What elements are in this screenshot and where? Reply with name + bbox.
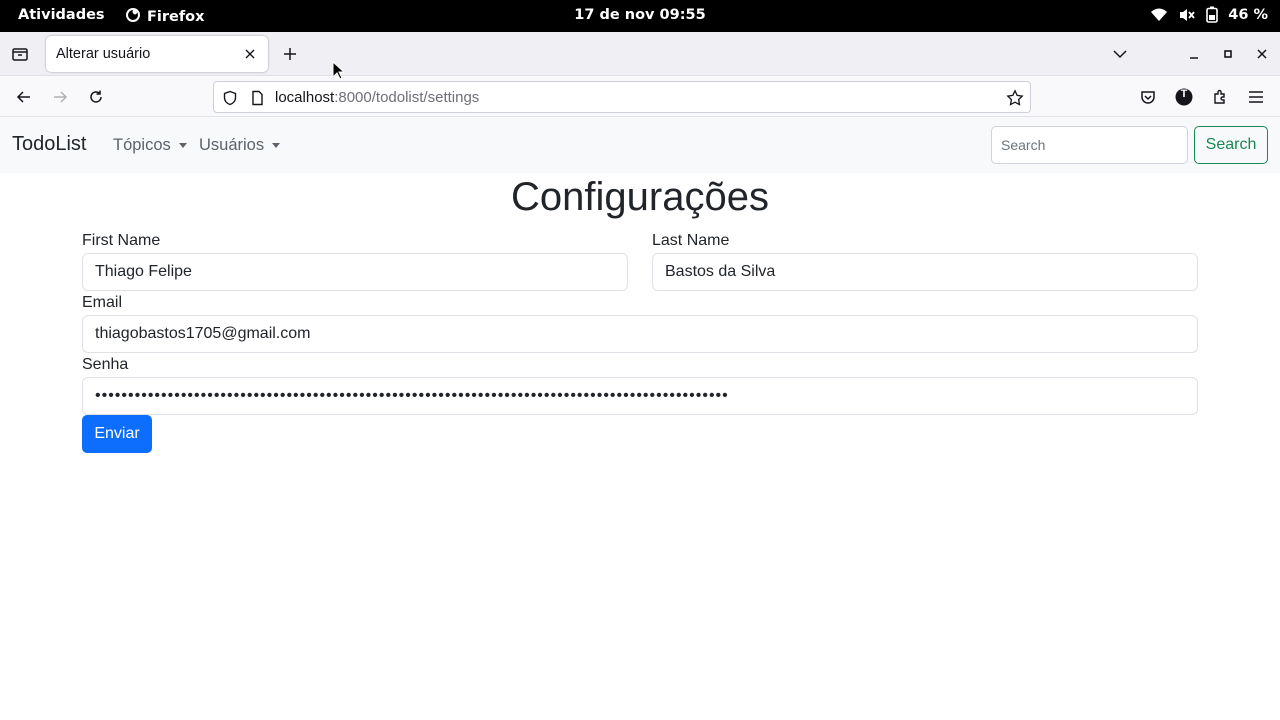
nav-item-label: Usuários — [199, 136, 265, 154]
last-name-field[interactable] — [652, 253, 1198, 291]
email-label: Email — [82, 294, 123, 311]
page-title: Configurações — [511, 175, 769, 219]
first-name-label: First Name — [82, 232, 161, 249]
bookmark-star-icon[interactable] — [1005, 88, 1025, 108]
navigation-toolbar: localhost:8000/todolist/settings T — [0, 76, 1280, 117]
url-text: localhost:8000/todolist/settings — [275, 89, 479, 106]
tab-strip: Alterar usuário — [0, 32, 1280, 76]
new-tab-icon[interactable] — [278, 42, 302, 66]
reload-icon[interactable] — [84, 85, 108, 109]
nav-dropdown-usuarios[interactable]: Usuários — [199, 136, 281, 155]
password-field[interactable]: ••••••••••••••••••••••••••••••••••••••••… — [82, 377, 1198, 415]
search-button[interactable]: Search — [1194, 126, 1268, 164]
tab-active[interactable]: Alterar usuário — [46, 36, 268, 72]
last-name-label: Last Name — [652, 232, 730, 249]
close-tab-icon[interactable] — [240, 44, 260, 64]
pocket-icon[interactable] — [1136, 85, 1160, 109]
nav-dropdown-topicos[interactable]: Tópicos — [113, 136, 187, 155]
activities-button[interactable]: Atividades — [18, 7, 105, 23]
volume-muted-icon — [1178, 7, 1196, 23]
account-icon[interactable]: T — [1172, 85, 1196, 109]
url-path: :8000/todolist/settings — [334, 89, 480, 106]
app-menu[interactable]: Firefox — [125, 7, 204, 27]
close-window-icon[interactable] — [1250, 42, 1274, 66]
battery-icon — [1206, 6, 1219, 23]
password-label: Senha — [82, 356, 129, 373]
url-bar[interactable]: localhost:8000/todolist/settings — [213, 81, 1031, 113]
shield-icon[interactable] — [220, 88, 240, 108]
site-navbar: TodoList Tópicos Usuários Search — [0, 117, 1280, 173]
caret-down-icon — [272, 143, 281, 148]
battery-percent: 46 % — [1228, 6, 1268, 23]
extensions-icon[interactable] — [1208, 85, 1232, 109]
firefox-icon — [125, 7, 141, 27]
maximize-icon[interactable] — [1216, 42, 1240, 66]
app-name: Firefox — [147, 9, 205, 25]
menu-icon[interactable] — [1244, 85, 1268, 109]
tab-title: Alterar usuário — [56, 46, 151, 62]
submit-button[interactable]: Enviar — [82, 415, 152, 453]
wifi-icon — [1150, 7, 1168, 23]
all-tabs-icon[interactable] — [1108, 42, 1132, 66]
mouse-cursor-icon — [332, 60, 346, 84]
forward-icon[interactable] — [48, 85, 72, 109]
system-top-bar: Atividades Firefox 17 de nov 09:55 46 % — [0, 0, 1280, 32]
account-initial: T — [1180, 88, 1188, 100]
minimize-icon[interactable] — [1182, 42, 1206, 66]
navbar-brand[interactable]: TodoList — [12, 133, 87, 156]
caret-down-icon — [178, 143, 187, 148]
first-name-field[interactable] — [82, 253, 628, 291]
url-host: localhost — [275, 89, 335, 106]
email-field[interactable] — [82, 315, 1198, 353]
page-info-icon[interactable] — [247, 88, 267, 108]
nav-item-label: Tópicos — [113, 136, 171, 154]
clock[interactable]: 17 de nov 09:55 — [574, 7, 705, 23]
search-input[interactable] — [991, 126, 1188, 164]
system-tray[interactable]: 46 % — [1150, 6, 1268, 23]
tab-list-icon[interactable] — [8, 42, 32, 66]
back-icon[interactable] — [12, 85, 36, 109]
